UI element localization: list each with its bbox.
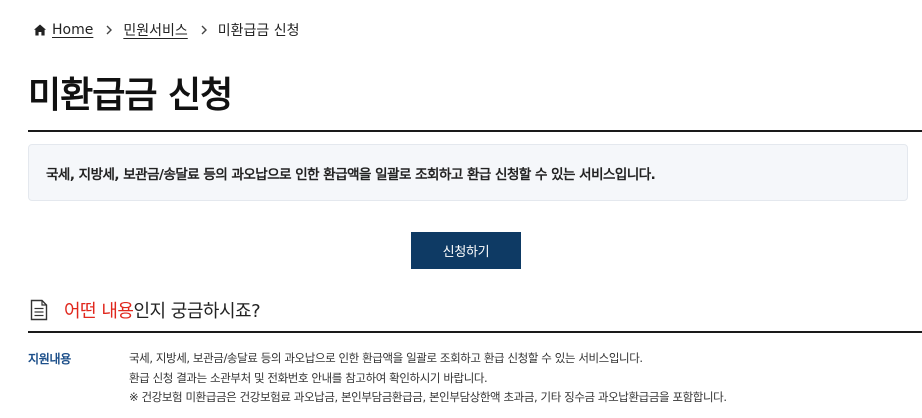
page-title: 미환급금 신청 <box>28 75 233 116</box>
section-heading-accent: 어떤 내용 <box>64 301 134 322</box>
section-heading: 어떤 내용인지 궁금하시죠? <box>30 296 261 324</box>
section-heading-rest: 인지 궁금하시죠? <box>133 301 261 322</box>
support-content-line: 환급 신청 결과는 소관부처 및 전화번호 안내를 참고하여 확인하시기 바랍니… <box>129 370 488 385</box>
service-summary-text: 국세, 지방세, 보관금/송달료 등의 과오납으로 인한 환급액을 일괄로 조회… <box>46 166 656 183</box>
breadcrumb-home-link[interactable]: Home <box>52 22 93 38</box>
breadcrumb-current: 미환급금 신청 <box>217 23 300 39</box>
breadcrumb-civil-services-link[interactable]: 민원서비스 <box>123 20 187 40</box>
section-heading-text: 어떤 내용인지 궁금하시죠? <box>64 297 261 323</box>
service-summary-box: 국세, 지방세, 보관금/송달료 등의 과오납으로 인한 환급액을 일괄로 조회… <box>28 144 908 201</box>
support-content-line: 국세, 지방세, 보관금/송달료 등의 과오납으로 인한 환급액을 일괄로 조회… <box>129 351 643 365</box>
support-content-lines: 국세, 지방세, 보관금/송달료 등의 과오납으로 인한 환급액을 일괄로 조회… <box>129 349 909 408</box>
section-divider <box>28 331 922 333</box>
apply-button[interactable]: 신청하기 <box>411 232 521 269</box>
home-icon <box>33 23 47 37</box>
chevron-right-icon <box>200 24 208 36</box>
breadcrumb: Home 민원서비스 미환급금 신청 <box>33 20 299 40</box>
chevron-right-icon <box>105 24 113 36</box>
document-icon <box>30 299 48 321</box>
support-content-line: ※ 건강보험 미환급금은 건강보험료 과오납금, 본인부담금환급금, 본인부담상… <box>129 390 727 404</box>
support-content-label: 지원내용 <box>28 352 71 366</box>
title-divider <box>28 130 922 132</box>
